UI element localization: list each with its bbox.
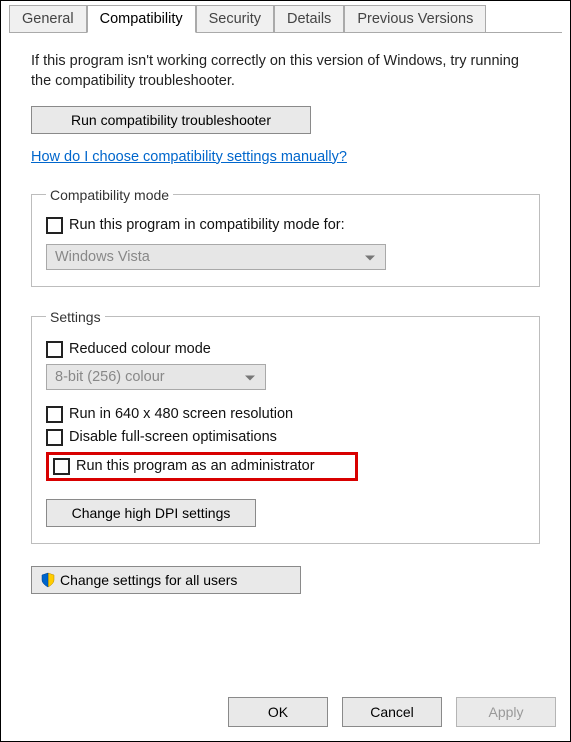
change-all-users-label: Change settings for all users	[60, 572, 237, 588]
compat-mode-checkbox-row[interactable]: Run this program in compatibility mode f…	[46, 217, 525, 234]
checkbox-icon[interactable]	[46, 429, 63, 446]
disable-fs-label: Disable full-screen optimisations	[69, 429, 277, 445]
apply-button[interactable]: Apply	[456, 697, 556, 727]
checkbox-icon[interactable]	[53, 458, 70, 475]
shield-icon	[40, 572, 56, 588]
cancel-button[interactable]: Cancel	[342, 697, 442, 727]
checkbox-icon[interactable]	[46, 406, 63, 423]
change-all-users-button[interactable]: Change settings for all users	[31, 566, 301, 594]
manual-settings-link[interactable]: How do I choose compatibility settings m…	[31, 149, 347, 165]
colour-dropdown[interactable]: 8-bit (256) colour	[46, 364, 266, 390]
compat-mode-dropdown-value: Windows Vista	[55, 249, 150, 265]
compatibility-mode-legend: Compatibility mode	[46, 187, 173, 203]
tab-strip: General Compatibility Security Details P…	[9, 5, 562, 33]
intro-text: If this program isn't working correctly …	[31, 51, 540, 92]
ok-button[interactable]: OK	[228, 697, 328, 727]
change-dpi-button[interactable]: Change high DPI settings	[46, 499, 256, 527]
disable-fs-row[interactable]: Disable full-screen optimisations	[46, 429, 525, 446]
tab-security[interactable]: Security	[196, 5, 274, 32]
dialog-footer: OK Cancel Apply	[228, 697, 556, 727]
reduced-colour-row[interactable]: Reduced colour mode	[46, 341, 525, 358]
run-640-label: Run in 640 x 480 screen resolution	[69, 406, 293, 422]
checkbox-icon[interactable]	[46, 217, 63, 234]
reduced-colour-label: Reduced colour mode	[69, 341, 211, 357]
tab-content: If this program isn't working correctly …	[9, 33, 562, 604]
compatibility-mode-group: Compatibility mode Run this program in c…	[31, 187, 540, 287]
tab-previous-versions[interactable]: Previous Versions	[344, 5, 486, 32]
tab-general[interactable]: General	[9, 5, 87, 32]
settings-legend: Settings	[46, 309, 105, 325]
tab-compatibility[interactable]: Compatibility	[87, 5, 196, 33]
run-troubleshooter-button[interactable]: Run compatibility troubleshooter	[31, 106, 311, 134]
run-as-admin-row[interactable]: Run this program as an administrator	[46, 452, 358, 481]
run-as-admin-label: Run this program as an administrator	[76, 458, 315, 474]
checkbox-icon[interactable]	[46, 341, 63, 358]
run-640-row[interactable]: Run in 640 x 480 screen resolution	[46, 406, 525, 423]
colour-dropdown-value: 8-bit (256) colour	[55, 369, 165, 385]
compat-mode-dropdown[interactable]: Windows Vista	[46, 244, 386, 270]
settings-group: Settings Reduced colour mode 8-bit (256)…	[31, 309, 540, 544]
compat-mode-checkbox-label: Run this program in compatibility mode f…	[69, 217, 345, 233]
tab-details[interactable]: Details	[274, 5, 344, 32]
properties-dialog: General Compatibility Security Details P…	[1, 1, 570, 741]
